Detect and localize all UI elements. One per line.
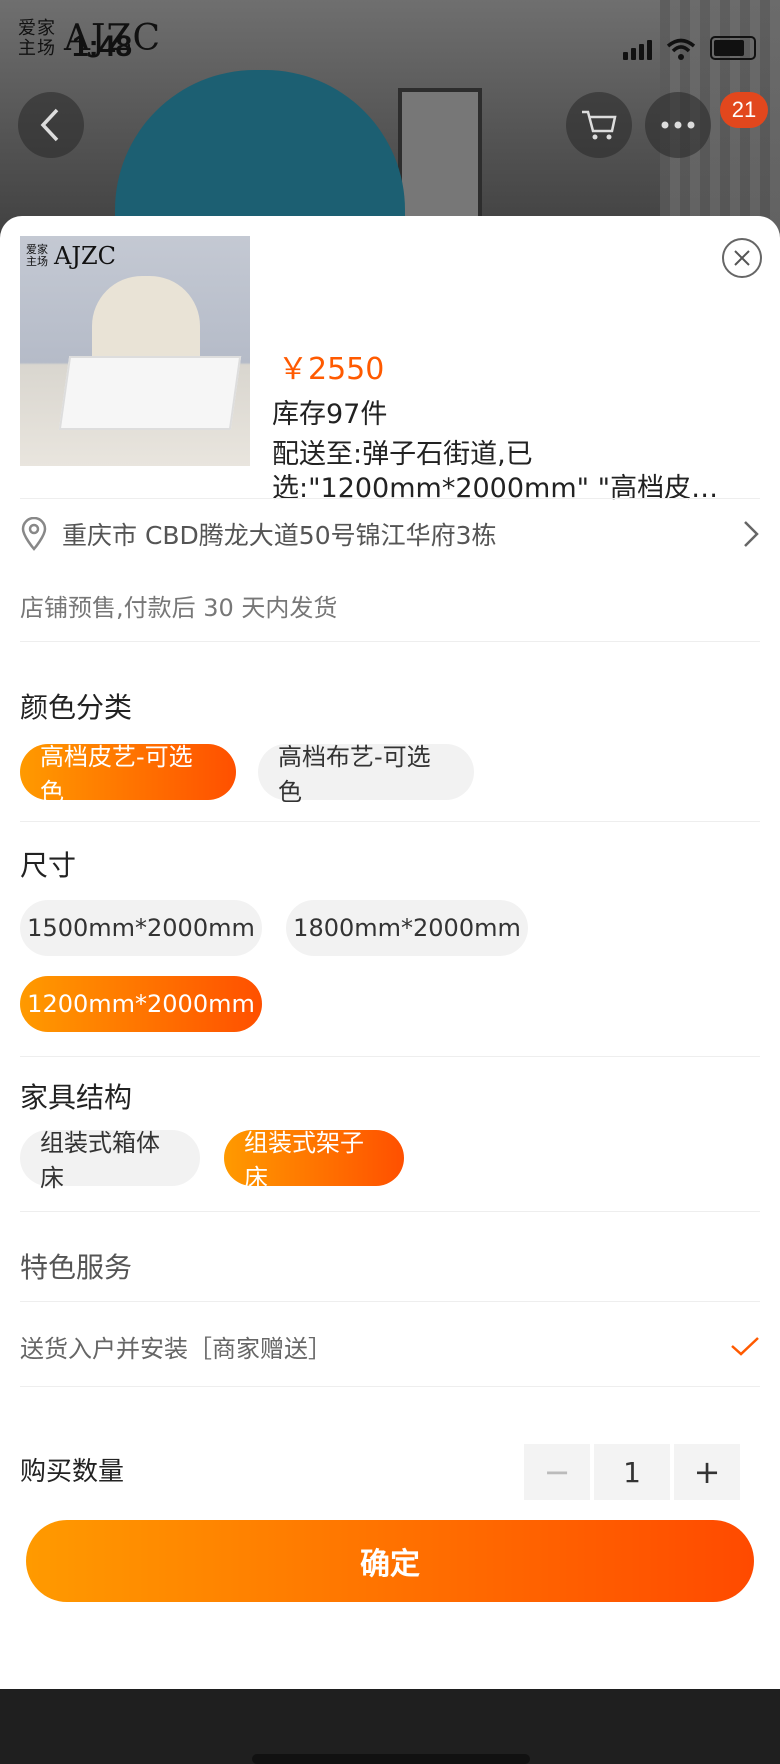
service-section-title: 特色服务 [20, 1251, 133, 1284]
status-bar-icons [623, 36, 756, 60]
size-option-1800[interactable]: 1800mm*2000mm [286, 900, 528, 956]
delivery-line-1: 配送至:弹子石街道,已 [272, 439, 533, 470]
delivery-line-2: 选:"1200mm*2000mm" "高档皮… [272, 473, 719, 504]
size-option-1500[interactable]: 1500mm*2000mm [20, 900, 262, 956]
divider [20, 498, 760, 499]
size-section-title: 尺寸 [20, 849, 77, 882]
cart-icon [582, 110, 617, 140]
quantity-minus-button[interactable]: − [524, 1444, 590, 1500]
quantity-plus-button[interactable]: + [674, 1444, 740, 1500]
structure-option-box[interactable]: 组装式箱体床 [20, 1129, 200, 1192]
size-option-1200[interactable]: 1200mm*2000mm [20, 976, 262, 1032]
cellular-signal-icon [623, 40, 652, 60]
quantity-value[interactable]: 1 [594, 1444, 670, 1500]
color-section-title: 颜色分类 [20, 691, 133, 724]
chevron-left-icon [40, 108, 59, 142]
structure-option-frame[interactable]: 组装式架子床 [224, 1129, 404, 1192]
wall-frame-decor [398, 88, 482, 236]
pre-sale-notice: 店铺预售,付款后 30 天内发货 [20, 594, 338, 622]
divider [20, 1211, 760, 1212]
brand-logo-cn: 爱家主场 [18, 17, 56, 59]
back-button[interactable] [18, 92, 84, 158]
cart-button[interactable] [566, 92, 632, 158]
wifi-icon [666, 38, 696, 60]
service-option-label: 送货入户并安装［商家赠送］ [20, 1334, 332, 1363]
cart-count-badge: 21 [720, 92, 768, 128]
service-option-row[interactable]: 送货入户并安装［商家赠送］ [20, 1316, 760, 1376]
color-option-fabric[interactable]: 高档布艺-可选色 [258, 743, 474, 806]
more-dots-icon [661, 121, 695, 129]
product-thumbnail: 爱家主场 AJZC [20, 236, 250, 466]
thumbnail-brand-logo: 爱家主场 AJZC [26, 242, 116, 270]
divider [20, 821, 760, 822]
divider [20, 1301, 760, 1302]
check-icon [731, 1337, 759, 1356]
delivery-info: 配送至:弹子石街道,已 选:"1200mm*2000mm" "高档皮… [272, 438, 728, 506]
more-button[interactable] [645, 92, 711, 158]
chevron-right-icon [744, 521, 759, 547]
divider [20, 641, 760, 642]
divider [20, 1056, 760, 1057]
structure-section-title: 家具结构 [20, 1081, 133, 1114]
close-icon [734, 250, 750, 266]
address-row[interactable]: 重庆市 CBD腾龙大道50号锦江华府3栋 [20, 506, 760, 562]
color-option-leather[interactable]: 高档皮艺-可选色 [20, 743, 236, 806]
battery-icon [710, 36, 756, 60]
price: ￥2550 [278, 352, 385, 387]
stock-count: 库存97件 [272, 399, 388, 430]
sku-selector-sheet: 爱家主场 AJZC ￥2550 库存97件 配送至:弹子石街道,已 选:"120… [0, 216, 780, 1764]
status-time: 1:48 [72, 30, 133, 63]
location-pin-icon [21, 517, 47, 551]
divider [20, 1386, 760, 1387]
home-indicator [252, 1754, 530, 1764]
confirm-button[interactable]: 确定 [26, 1520, 754, 1602]
close-button[interactable] [722, 238, 762, 278]
quantity-label: 购买数量 [20, 1457, 125, 1487]
thumbnail-mattress [58, 356, 242, 430]
quantity-stepper: − 1 + [524, 1444, 740, 1500]
shipping-address: 重庆市 CBD腾龙大道50号锦江华府3栋 [62, 521, 497, 550]
